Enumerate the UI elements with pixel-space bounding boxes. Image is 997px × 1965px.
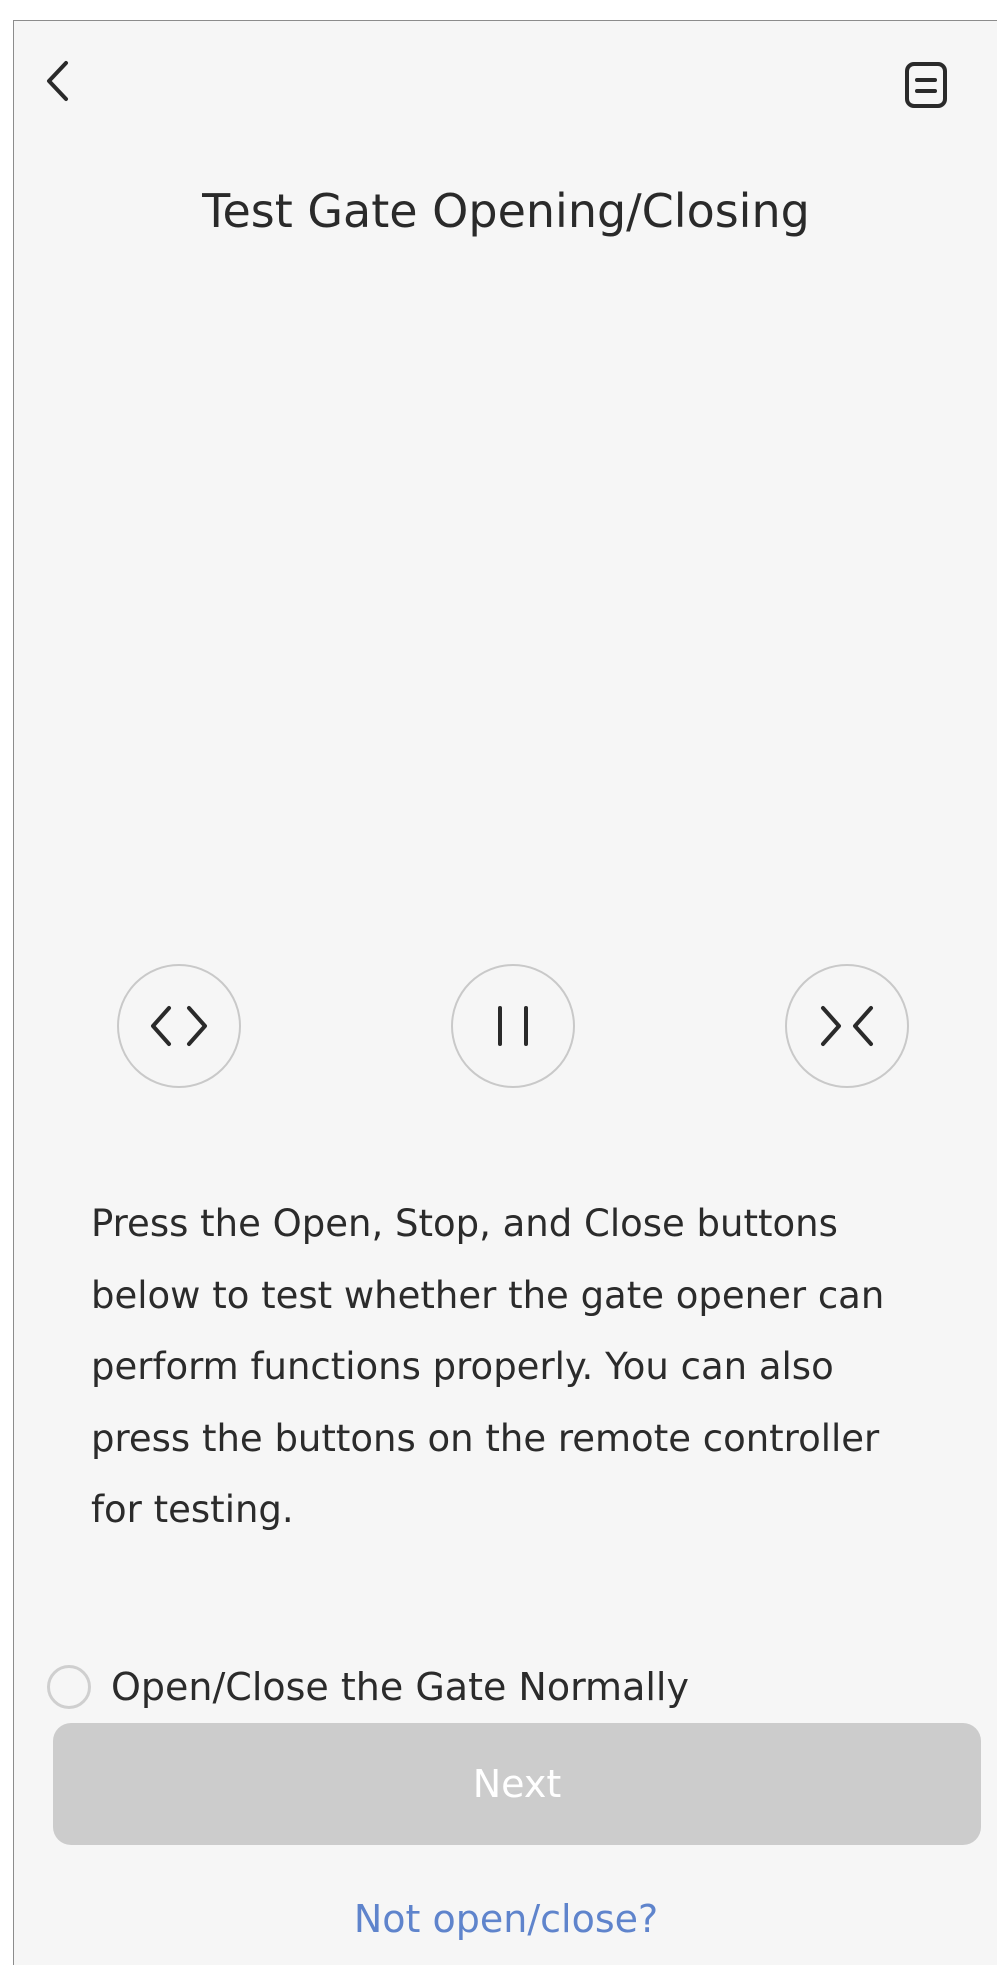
app-screen: Test Gate Opening/Closing Press the Open… [13, 20, 997, 1965]
instructions-text: Press the Open, Stop, and Close buttons … [91, 1202, 885, 1531]
back-button[interactable] [36, 55, 80, 107]
next-button[interactable]: Next [53, 1723, 981, 1845]
confirm-label: Open/Close the Gate Normally [111, 1665, 689, 1709]
document-list-icon [905, 62, 947, 108]
confirm-normal-operation[interactable]: Open/Close the Gate Normally [47, 1659, 689, 1715]
open-arrows-icon [151, 1006, 207, 1046]
menu-button[interactable] [894, 53, 958, 117]
page-title: Test Gate Opening/Closing [202, 184, 810, 238]
close-gate-button[interactable] [785, 964, 909, 1088]
confirm-radio[interactable] [47, 1665, 91, 1709]
open-gate-button[interactable] [117, 964, 241, 1088]
pause-icon [498, 1006, 528, 1046]
chevron-left-icon [47, 61, 68, 101]
close-arrows-icon [821, 1006, 873, 1046]
stop-gate-button[interactable] [451, 964, 575, 1088]
not-open-close-link[interactable]: Not open/close? [14, 1897, 997, 1941]
